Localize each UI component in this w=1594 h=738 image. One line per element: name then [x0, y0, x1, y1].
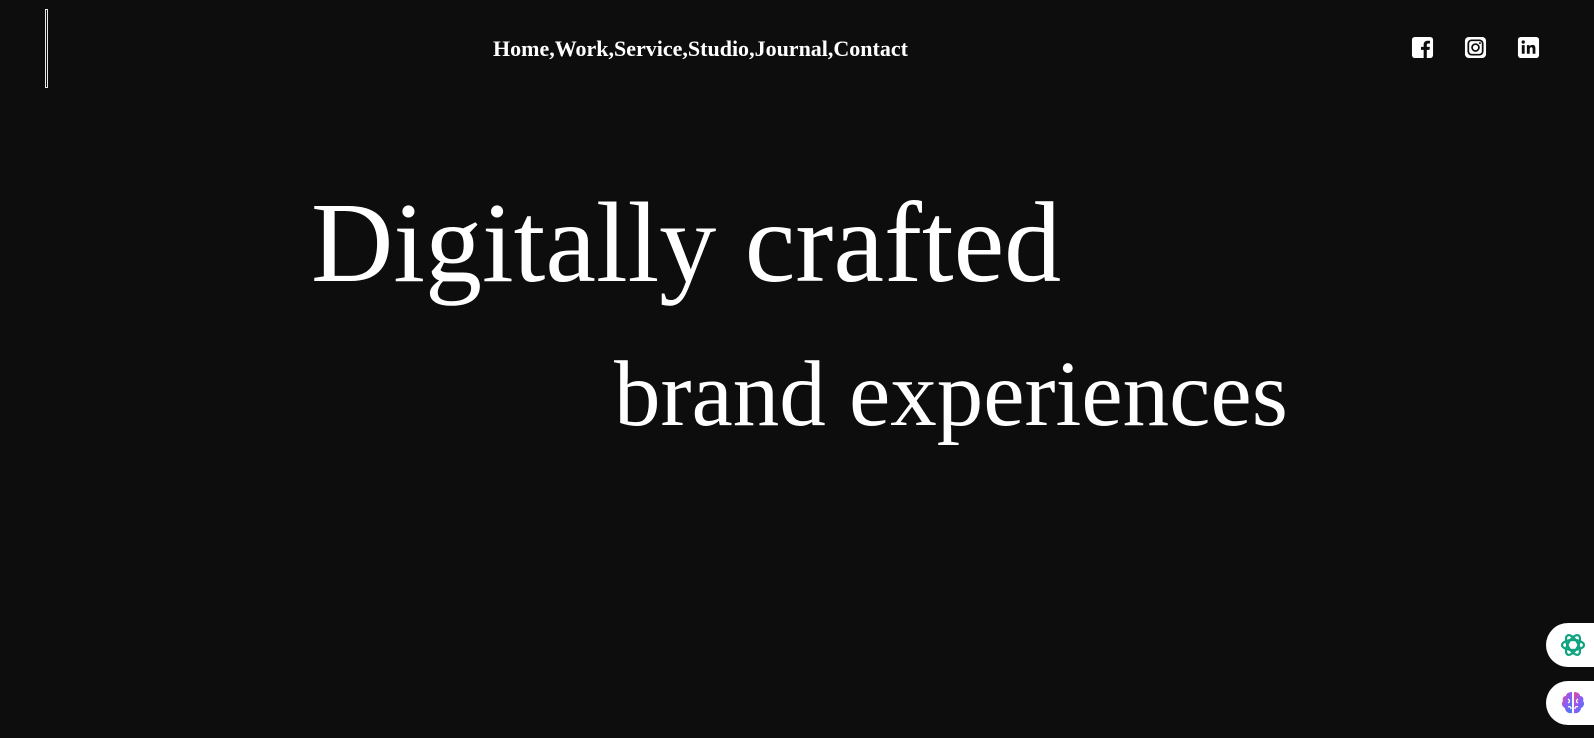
nav-item-contact[interactable]: Contact	[833, 34, 908, 64]
chatgpt-icon	[1560, 634, 1586, 656]
main-nav: Home, Work, Service, Studio, Journal, Co…	[493, 34, 908, 64]
linkedin-icon[interactable]	[1517, 36, 1540, 59]
nav-item-service[interactable]: Service,	[614, 34, 688, 64]
brain-icon	[1561, 692, 1585, 714]
social-links	[1411, 36, 1540, 59]
nav-item-studio[interactable]: Studio,	[688, 34, 755, 64]
instagram-icon[interactable]	[1464, 36, 1487, 59]
brain-button[interactable]	[1546, 681, 1594, 725]
nav-item-journal[interactable]: Journal,	[755, 34, 834, 64]
nav-item-home[interactable]: Home,	[493, 34, 555, 64]
facebook-icon[interactable]	[1411, 36, 1434, 59]
nav-item-work[interactable]: Work,	[555, 34, 614, 64]
hero-headline-line-2: brand experiences	[614, 343, 1288, 446]
logo-mark[interactable]	[45, 9, 48, 88]
chatgpt-button[interactable]	[1546, 623, 1594, 667]
hero-headline-line-1: Digitally crafted	[311, 179, 1062, 306]
